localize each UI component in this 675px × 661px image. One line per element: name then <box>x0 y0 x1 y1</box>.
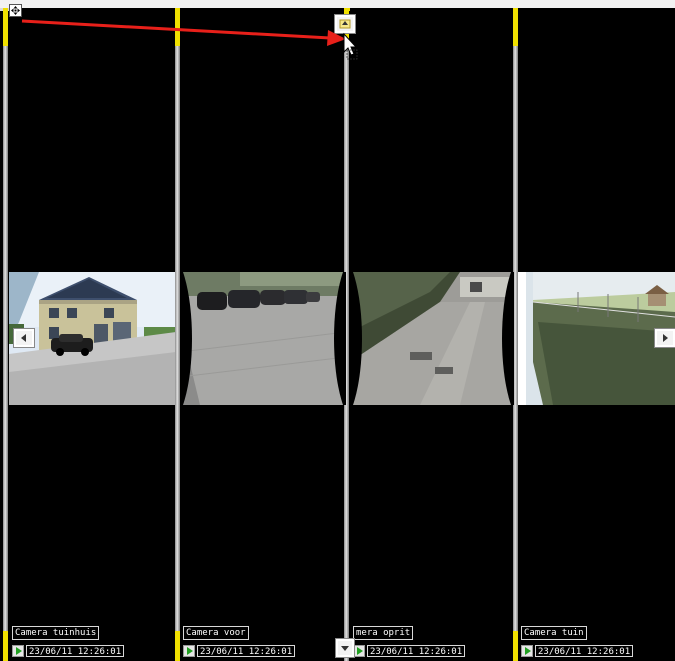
scroll-left-button[interactable] <box>13 328 35 348</box>
timestamp-row: 23/06/11 12:26:01 <box>12 645 125 657</box>
play-icon[interactable] <box>12 645 24 657</box>
play-icon[interactable] <box>521 645 533 657</box>
camera-panel-oprit[interactable]: mera oprit 23/06/11 12:26:01 <box>350 8 514 661</box>
move-button[interactable] <box>9 4 22 17</box>
scroll-right-button[interactable] <box>654 328 675 348</box>
panel-divider[interactable] <box>3 8 8 661</box>
camera-timestamp: 23/06/11 12:26:01 <box>197 645 296 657</box>
arrow-left-icon <box>21 334 26 342</box>
scroll-up-button[interactable] <box>334 14 356 34</box>
timestamp-row: 23/06/11 12:26:01 <box>353 645 466 657</box>
arrow-up-icon <box>339 19 351 29</box>
scroll-down-button[interactable] <box>335 638 355 658</box>
camera-feed-voor[interactable] <box>180 272 346 405</box>
camera-panel-tuin[interactable]: Camera tuin 23/06/11 12:26:01 <box>518 8 675 661</box>
camera-grid: Camera tuinhuis 23/06/11 12:26:01 Camera… <box>0 8 675 661</box>
camera-label: Camera tuinhuis <box>12 626 100 640</box>
camera-panel-tuinhuis[interactable]: Camera tuinhuis 23/06/11 12:26:01 <box>9 8 176 661</box>
play-icon[interactable] <box>183 645 195 657</box>
arrow-down-icon <box>341 646 349 651</box>
camera-label: Camera tuin <box>521 626 587 640</box>
camera-panel-voor[interactable]: Camera voor 23/06/11 12:26:01 <box>180 8 346 661</box>
camera-timestamp: 23/06/11 12:26:01 <box>535 645 634 657</box>
camera-feed-tuin[interactable] <box>518 272 675 405</box>
timestamp-row: 23/06/11 12:26:01 <box>521 645 634 657</box>
timestamp-row: 23/06/11 12:26:01 <box>183 645 296 657</box>
camera-label: mera oprit <box>353 626 414 640</box>
camera-feed-oprit[interactable] <box>350 272 514 405</box>
arrow-right-icon <box>663 334 668 342</box>
camera-timestamp: 23/06/11 12:26:01 <box>367 645 466 657</box>
camera-label: Camera voor <box>183 626 249 640</box>
camera-timestamp: 23/06/11 12:26:01 <box>26 645 125 657</box>
move-icon <box>11 6 20 15</box>
